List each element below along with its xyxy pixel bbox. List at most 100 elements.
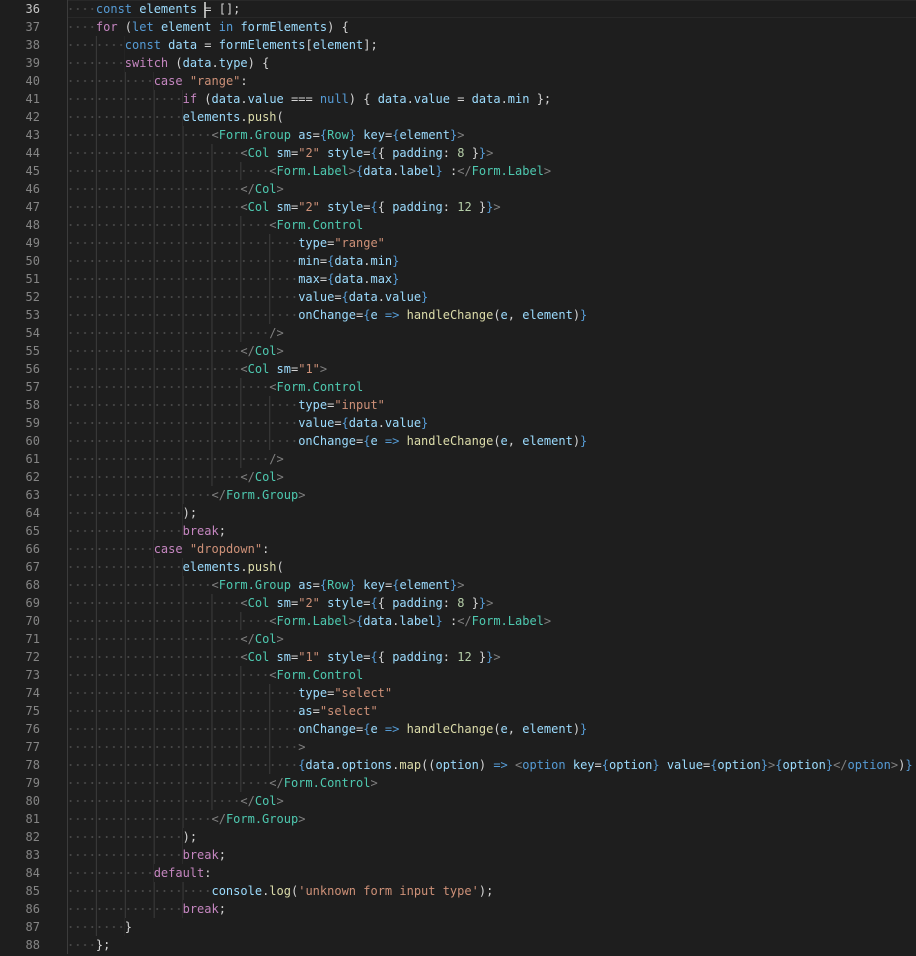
code-content: min={data.min} — [67, 252, 399, 270]
code-line[interactable]: 38 const data = formElements[element]; — [0, 36, 916, 54]
code-token: } — [580, 722, 588, 736]
code-line[interactable]: 51 max={data.max} — [0, 270, 916, 288]
code-line[interactable]: 52 value={data.value} — [0, 288, 916, 306]
code-line[interactable]: 58 type="input" — [0, 396, 916, 414]
code-line[interactable]: 62 </Col> — [0, 468, 916, 486]
indent-guide — [67, 540, 154, 558]
code-token: } — [435, 614, 443, 628]
code-token: > — [298, 740, 306, 754]
code-line[interactable]: 54 /> — [0, 324, 916, 342]
line-number: 40 — [25, 74, 40, 88]
code-line[interactable]: 63 </Form.Group> — [0, 486, 916, 504]
indent-guide — [67, 594, 241, 612]
code-token: value — [384, 290, 422, 304]
code-line[interactable]: 75 as="select" — [0, 702, 916, 720]
code-line[interactable]: 59 value={data.value} — [0, 414, 916, 432]
code-token: . — [211, 56, 219, 70]
code-token: element — [522, 308, 573, 322]
code-token: data — [348, 416, 378, 430]
code-line[interactable]: 45 <Form.Label>{data.label} :</Form.Label… — [0, 162, 916, 180]
code-token: </ — [240, 344, 255, 358]
code-line[interactable]: 82); — [0, 828, 916, 846]
code-token: </ — [240, 182, 255, 196]
code-line[interactable]: 74 type="select" — [0, 684, 916, 702]
code-line[interactable]: 78 {data.options.map((option) => <option … — [0, 756, 916, 774]
code-line[interactable]: 66 case "dropdown": — [0, 540, 916, 558]
code-line[interactable]: 77 > — [0, 738, 916, 756]
code-token: data — [305, 758, 335, 772]
code-line[interactable]: 42 elements.push( — [0, 108, 916, 126]
indent-guide — [67, 828, 183, 846]
code-line[interactable]: 85 console.log('unknown form input type')… — [0, 882, 916, 900]
code-token: Col — [247, 146, 270, 160]
indent-guide — [67, 162, 270, 180]
code-token: sm — [276, 146, 291, 160]
code-line[interactable]: 73 <Form.Control — [0, 666, 916, 684]
code-token: Form.Control — [283, 776, 371, 790]
code-token: style — [327, 596, 364, 610]
code-line[interactable]: 83 break; — [0, 846, 916, 864]
code-token: elements — [139, 2, 198, 16]
code-content: <Form.Label>{data.label} :</Form.Label> — [67, 612, 551, 630]
code-token: value — [413, 92, 450, 106]
code-content: <Form.Group as={Row} key={element}> — [67, 126, 464, 144]
code-line[interactable]: 55 </Col> — [0, 342, 916, 360]
code-line[interactable]: 53 onChange={e => handleChange(e, element… — [0, 306, 916, 324]
code-token: < — [240, 200, 248, 214]
code-line[interactable]: 67 elements.push( — [0, 558, 916, 576]
code-line[interactable]: 41 if (data.value === null) { data.value … — [0, 90, 916, 108]
code-line[interactable]: 86 break; — [0, 900, 916, 918]
code-line[interactable]: 72 <Col sm="1" style={{ padding: 12 }}> — [0, 648, 916, 666]
code-line[interactable]: 81 </Form.Group> — [0, 810, 916, 828]
code-token: "1" — [298, 362, 320, 376]
code-line[interactable]: 47 <Col sm="2" style={{ padding: 12 }}> — [0, 198, 916, 216]
line-number: 56 — [25, 362, 40, 376]
code-line[interactable]: 65 break; — [0, 522, 916, 540]
code-token: label — [399, 164, 436, 178]
code-line[interactable]: 87} — [0, 918, 916, 936]
indent-guide — [67, 900, 183, 918]
code-line[interactable]: 40 case "range": — [0, 72, 916, 90]
code-line[interactable]: 49 type="range" — [0, 234, 916, 252]
code-token: : — [442, 200, 458, 214]
code-token: e — [500, 308, 508, 322]
code-line[interactable]: 44 <Col sm="2" style={{ padding: 8 }}> — [0, 144, 916, 162]
code-line[interactable]: 43 <Form.Group as={Row} key={element}> — [0, 126, 916, 144]
code-token: > — [298, 812, 306, 826]
code-line[interactable]: 69 <Col sm="2" style={{ padding: 8 }}> — [0, 594, 916, 612]
code-line[interactable]: 70 <Form.Label>{data.label} :</Form.Label… — [0, 612, 916, 630]
code-line[interactable]: 56 <Col sm="1"> — [0, 360, 916, 378]
code-line[interactable]: 64); — [0, 504, 916, 522]
code-token: : — [442, 146, 458, 160]
code-line[interactable]: 50 min={data.min} — [0, 252, 916, 270]
indent-guide — [67, 144, 241, 162]
line-number: 63 — [25, 488, 40, 502]
code-line[interactable]: 80 </Col> — [0, 792, 916, 810]
code-line[interactable]: 88}; — [0, 936, 916, 954]
code-line[interactable]: 61 /> — [0, 450, 916, 468]
code-line[interactable]: 57 <Form.Control — [0, 378, 916, 396]
code-content: <Form.Control — [67, 378, 363, 396]
code-line[interactable]: 76 onChange={e => handleChange(e, element… — [0, 720, 916, 738]
code-line[interactable]: 37 for (let element in formElements) { — [0, 18, 916, 36]
code-line[interactable]: 39 switch (data.type) { — [0, 54, 916, 72]
code-token: data — [363, 614, 393, 628]
code-line[interactable]: 48 <Form.Control — [0, 216, 916, 234]
code-editor[interactable]: 36 const elements = []; 37 for (let element… — [0, 0, 916, 956]
line-number: 81 — [25, 812, 40, 826]
code-token: </ — [211, 488, 226, 502]
code-line[interactable]: 71 </Col> — [0, 630, 916, 648]
code-line[interactable]: 36 const elements = []; — [0, 0, 916, 18]
line-number: 83 — [25, 848, 40, 862]
code-line[interactable]: 84 default: — [0, 864, 916, 882]
code-token: ( — [197, 92, 212, 106]
line-number: 84 — [25, 866, 40, 880]
code-line[interactable]: 79 </Form.Control> — [0, 774, 916, 792]
code-line[interactable]: 68 <Form.Group as={Row} key={element}> — [0, 576, 916, 594]
line-number: 74 — [25, 686, 40, 700]
code-line[interactable]: 60 onChange={e => handleChange(e, element… — [0, 432, 916, 450]
code-content: </Col> — [67, 630, 284, 648]
code-line[interactable]: 46 </Col> — [0, 180, 916, 198]
